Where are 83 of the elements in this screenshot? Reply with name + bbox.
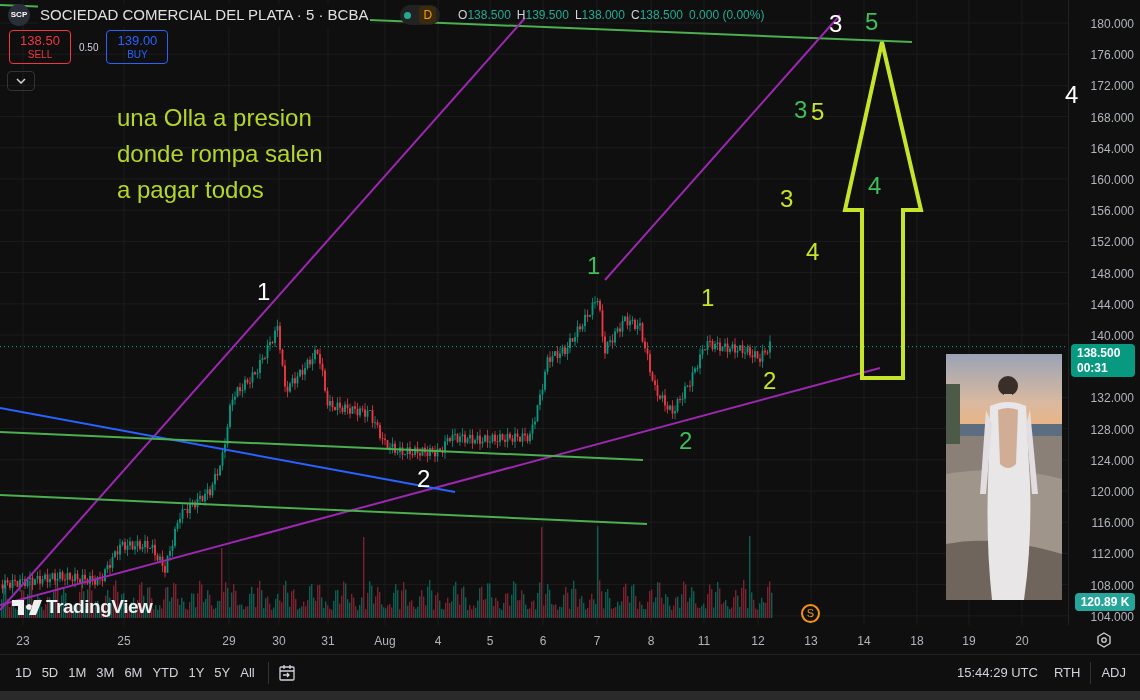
brand-name: TradingView [46,595,153,619]
time-tick: 23 [16,633,30,650]
wave-label: 2 [763,369,777,393]
event-marker[interactable]: S [801,604,820,623]
last-price-label: 138.500 00:31 [1071,344,1135,377]
wave-label: 1 [701,286,715,310]
price-tick: 132.000 [1090,390,1134,408]
range-button[interactable]: YTD [147,660,184,686]
price-tick: 168.000 [1090,109,1134,127]
price-tick: 128.000 [1090,421,1134,439]
wave-label: 3 [794,98,808,122]
chart-note: una Olla a presion donde rompa salen a pagar todos [117,103,323,205]
wave-label: 1 [257,280,271,304]
time-tick: 6 [539,633,547,650]
time-tick: 8 [647,633,655,650]
price-tick: 176.000 [1090,47,1134,65]
price-tick: 140.000 [1090,328,1134,345]
symbol-title[interactable]: SOCIEDAD COMERCIAL DEL PLATA · 5 · BCBA [38,4,371,27]
range-button[interactable]: 1D [10,660,37,686]
time-tick: 29 [222,633,236,650]
time-tick: 25 [117,633,131,650]
price-tick: 112.000 [1091,546,1134,564]
session-badge: D [419,6,437,25]
range-button[interactable]: All [235,660,260,686]
price-tick: 120.000 [1090,484,1134,501]
price-tick: 156.000 [1090,203,1134,221]
wave-label: 4 [806,240,820,264]
price-tick: 152.000 [1090,234,1134,252]
time-tick: 4 [434,633,442,650]
time-tick: 7 [593,633,601,650]
price-tick: 160.000 [1090,172,1134,189]
change-value: 0.000 (0.00%) [689,7,765,25]
buy-button[interactable]: 139.00 BUY [106,30,169,64]
time-tick: 14 [857,633,871,650]
time-tick: 20 [1015,633,1029,650]
settings-icon[interactable] [1096,631,1112,648]
range-button[interactable]: 5Y [209,660,236,686]
spread-value: 0.50 [79,40,99,55]
symbol-logo: SCP [8,4,30,27]
price-tick: 104.000 [1090,608,1134,626]
ohlc-value: H139.500 [516,7,569,25]
collapse-button[interactable] [7,71,35,91]
price-tick: 164.000 [1090,140,1134,158]
range-button[interactable]: 3M [91,660,120,686]
range-button[interactable]: 5D [36,660,64,686]
price-tick: 124.000 [1090,452,1134,470]
price-tick: 144.000 [1090,296,1134,314]
calendar-icon[interactable] [276,663,297,683]
range-button[interactable]: 1Y [183,660,210,686]
volume-label: 120.89 K [1075,593,1135,611]
range-button[interactable]: 1M [63,660,92,686]
price-tick: 148.000 [1090,265,1134,283]
time-tick: 12 [751,633,765,650]
time-tick: 18 [910,633,924,650]
session-button[interactable]: RTH [1049,663,1085,683]
wave-label: 3 [780,187,794,211]
wave-label: 4 [1065,83,1079,107]
ohlc-value: L138.000 [574,7,625,25]
chevron-down-icon [16,78,26,84]
time-tick: 30 [272,633,286,650]
ohlc-value: O138.500 [458,7,511,25]
wave-label: 2 [417,467,431,491]
clock-time[interactable]: 15:44:29 UTC [957,663,1038,683]
time-tick: Aug [374,633,396,650]
time-tick: 5 [486,633,494,650]
ohlc-value: C138.500 [630,7,684,25]
wave-label: 4 [868,174,882,198]
time-tick: 11 [697,633,711,650]
wave-label: 5 [811,100,825,124]
price-tick: 172.000 [1090,78,1134,96]
time-tick: 31 [321,633,335,650]
price-tick: 180.000 [1090,16,1134,33]
time-tick: 13 [804,633,818,650]
wave-label: 5 [865,10,879,34]
range-button[interactable]: 6M [119,660,148,686]
price-tick: 116.000 [1091,515,1134,533]
logo-icon [12,598,42,617]
time-tick: 19 [962,633,976,650]
wave-label: 1 [587,254,601,278]
adjust-button[interactable]: ADJ [1097,663,1130,683]
sell-button[interactable]: 138.50 SELL [9,30,71,64]
price-tick: 108.000 [1090,577,1134,595]
wave-label: 2 [679,429,693,453]
